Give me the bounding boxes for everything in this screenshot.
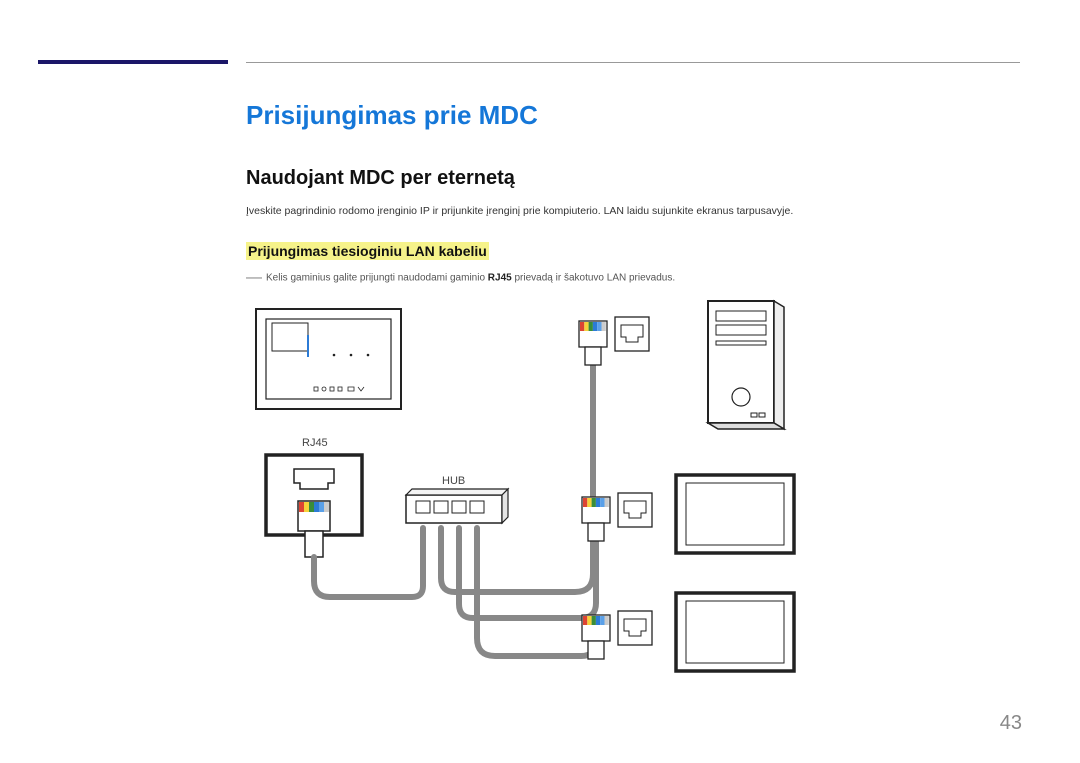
main-display-back-icon [256, 309, 401, 409]
page-title: Prisijungimas prie MDC [246, 100, 1020, 131]
accent-bar [38, 60, 228, 64]
subsection-title: Prijungimas tiesioginiu LAN kabeliu [246, 243, 1020, 259]
note-line: ― Kelis gaminius galite prijungti naudoda… [246, 269, 1020, 287]
note-text-pre: Kelis gaminius galite prijungti naudodam… [266, 272, 488, 283]
rj45-plugs-icon [579, 317, 652, 659]
page-number: 43 [1000, 712, 1022, 735]
hub-icon [406, 489, 508, 523]
note-text-post: prievadą ir šakotuvo LAN prievadus. [512, 272, 675, 283]
note-dash-icon: ― [246, 269, 262, 286]
rj45-closeup-icon [266, 455, 362, 557]
connection-diagram: RJ45 HUB [246, 297, 806, 697]
page-content: Prisijungimas prie MDC Naudojant MDC per… [246, 100, 1020, 697]
diagram-svg [246, 297, 806, 697]
secondary-display-1-icon [676, 475, 794, 553]
note-text-bold: RJ45 [488, 272, 512, 283]
rj45-label: RJ45 [302, 437, 328, 449]
section-title: Naudojant MDC per eternetą [246, 167, 1020, 190]
hub-label: HUB [442, 475, 465, 487]
highlighted-heading: Prijungimas tiesioginiu LAN kabeliu [246, 242, 489, 260]
secondary-display-2-icon [676, 593, 794, 671]
pc-tower-icon [708, 301, 784, 429]
top-horizontal-rule [246, 62, 1020, 63]
intro-paragraph: Įveskite pagrindinio rodomo įrenginio IP… [246, 204, 1020, 219]
